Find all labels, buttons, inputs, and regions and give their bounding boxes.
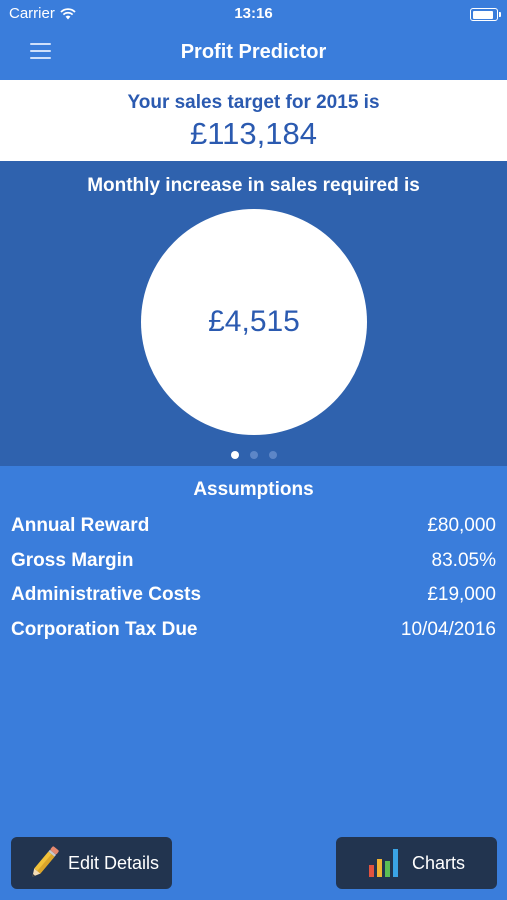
status-time: 13:16 xyxy=(234,5,273,22)
status-bar: Carrier 13:16 xyxy=(0,0,507,28)
assumptions-list: Annual Reward £80,000 Gross Margin 83.05… xyxy=(0,512,507,650)
page-dot-3[interactable] xyxy=(268,451,277,459)
sales-target-card: Your sales target for 2015 is £113,184 xyxy=(0,80,507,161)
pencil-icon xyxy=(32,846,59,877)
assumption-value: £19,000 xyxy=(427,584,496,605)
assumption-label: Annual Reward xyxy=(11,515,150,536)
nav-bar: Profit Predictor xyxy=(0,28,507,79)
assumption-label: Gross Margin xyxy=(11,549,134,571)
assumption-value: £80,000 xyxy=(427,515,496,536)
sales-target-label: Your sales target for 2015 is xyxy=(127,92,380,113)
assumption-value: 10/04/2016 xyxy=(400,618,496,640)
app-screen: Carrier 13:16 Profit Predictor Your sale… xyxy=(0,0,507,900)
assumption-label: Corporation Tax Due xyxy=(11,618,198,640)
assumption-label: Administrative Costs xyxy=(11,584,202,605)
assumptions-section: Assumptions Annual Reward £80,000 Gross … xyxy=(0,466,507,650)
assumption-row-administrative-costs: Administrative Costs £19,000 xyxy=(0,581,507,616)
page-indicator[interactable] xyxy=(0,451,507,459)
page-dot-1[interactable] xyxy=(230,451,239,459)
edit-details-button[interactable]: Edit Details xyxy=(11,837,172,889)
monthly-increase-circle: £4,515 xyxy=(141,209,367,435)
bar-chart-icon xyxy=(369,849,398,877)
edit-details-label: Edit Details xyxy=(68,852,160,873)
charts-label: Charts xyxy=(412,852,466,873)
assumption-row-gross-margin: Gross Margin 83.05% xyxy=(0,547,507,582)
monthly-increase-value: £4,515 xyxy=(208,305,300,338)
monthly-increase-carousel[interactable]: Monthly increase in sales required is £4… xyxy=(0,161,507,466)
assumptions-title: Assumptions xyxy=(193,479,314,500)
page-title: Profit Predictor xyxy=(180,41,327,63)
monthly-increase-heading: Monthly increase in sales required is xyxy=(87,175,420,196)
battery-level-fill xyxy=(472,10,493,19)
assumption-row-corporation-tax-due: Corporation Tax Due 10/04/2016 xyxy=(0,616,507,651)
sales-target-value: £113,184 xyxy=(190,116,317,151)
assumption-row-annual-reward: Annual Reward £80,000 xyxy=(0,512,507,547)
assumption-value: 83.05% xyxy=(431,549,496,571)
battery-icon xyxy=(470,8,501,21)
page-dot-2[interactable] xyxy=(249,451,258,459)
charts-button[interactable]: Charts xyxy=(336,837,497,889)
